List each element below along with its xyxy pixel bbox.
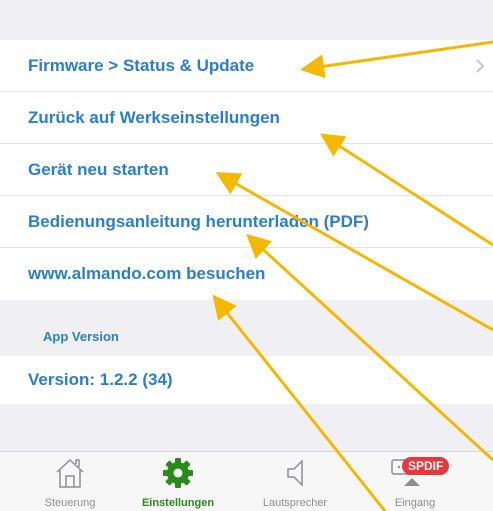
- menu-item-label: www.almando.com besuchen: [28, 264, 266, 283]
- menu-item-manual-download[interactable]: Bedienungsanleitung herunterladen (PDF): [0, 196, 493, 248]
- app-version-row: Version: 1.2.2 (34): [0, 356, 493, 404]
- settings-screen: Firmware > Status & Update Zurück auf We…: [0, 0, 493, 511]
- app-version-header: App Version: [43, 329, 119, 344]
- tab-lautsprecher[interactable]: Lautsprecher: [250, 452, 340, 511]
- tab-einstellungen[interactable]: Einstellungen: [128, 452, 228, 511]
- menu-item-label: Firmware > Status & Update: [28, 55, 255, 75]
- top-spacer: [0, 0, 493, 40]
- menu-item-factory-reset[interactable]: Zurück auf Werkseinstellungen: [0, 92, 493, 144]
- gear-icon: [163, 458, 193, 488]
- tab-eingang[interactable]: SPDIF Eingang: [370, 452, 460, 511]
- spdif-badge: SPDIF: [402, 457, 450, 475]
- menu-item-firmware[interactable]: Firmware > Status & Update: [0, 40, 493, 92]
- tab-steuerung[interactable]: Steuerung: [30, 452, 110, 511]
- tab-label: Eingang: [394, 497, 436, 509]
- tab-bar: Steuerung Einstellungen Lautsprecher SPD…: [0, 451, 493, 511]
- menu-item-label: Zurück auf Werkseinstellungen: [28, 107, 280, 127]
- speaker-icon: [287, 459, 303, 487]
- tab-label: Lautsprecher: [262, 497, 328, 509]
- menu-item-website[interactable]: www.almando.com besuchen: [0, 248, 493, 300]
- chevron-right-icon: [476, 58, 485, 73]
- menu-item-label: Gerät neu starten: [28, 159, 169, 179]
- settings-menu: Firmware > Status & Update Zurück auf We…: [0, 40, 493, 300]
- menu-item-restart[interactable]: Gerät neu starten: [0, 144, 493, 196]
- tab-label: Steuerung: [44, 497, 96, 509]
- menu-item-label: Bedienungsanleitung herunterladen (PDF): [28, 211, 369, 231]
- house-icon: [56, 458, 84, 488]
- app-version-value: Version: 1.2.2 (34): [28, 370, 173, 389]
- tab-label: Einstellungen: [141, 497, 215, 509]
